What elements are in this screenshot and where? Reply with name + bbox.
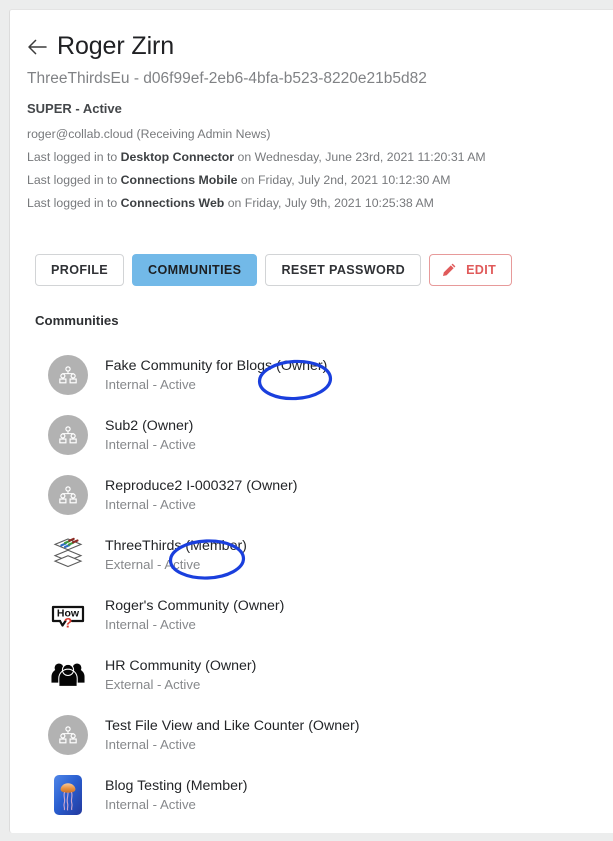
default-group-avatar-icon	[48, 714, 88, 755]
default-group-avatar-icon	[48, 414, 88, 455]
community-status: Internal - Active	[105, 496, 196, 512]
default-group-avatar-icon	[48, 474, 88, 515]
list-item[interactable]: How ? Roger's Community (Owner) Internal…	[26, 585, 613, 645]
login-app-name: Connections Mobile	[120, 172, 238, 187]
tab-reset-password[interactable]: RESET PASSWORD	[265, 253, 422, 286]
tab-communities[interactable]: COMMUNITIES	[132, 253, 258, 286]
role-status: SUPER - Active	[27, 100, 122, 116]
last-login-desktop-connector: Last logged in to Desktop Connector on W…	[27, 150, 613, 164]
community-name: Fake Community for Blogs (Owner)	[105, 357, 328, 374]
email-line: roger@collab.cloud (Receiving Admin News…	[27, 126, 271, 141]
community-status: Internal - Active	[105, 376, 196, 392]
community-name: Test File View and Like Counter (Owner)	[105, 717, 360, 734]
login-suffix: on Friday, July 2nd, 2021 10:12:30 AM	[237, 172, 451, 187]
list-item[interactable]: Test File View and Like Counter (Owner) …	[26, 705, 613, 765]
login-prefix: Last logged in to	[27, 149, 121, 164]
tenant-id-subtitle: ThreeThirdsEu - d06f99ef-2eb6-4bfa-b523-…	[27, 69, 427, 87]
how-question-bubble-icon: How ?	[48, 595, 88, 635]
edit-button-label: EDIT	[466, 262, 497, 277]
default-group-avatar-icon	[48, 354, 88, 395]
list-item[interactable]: ThreeThirds (Member) External - Active	[26, 525, 613, 585]
community-status: External - Active	[105, 676, 201, 692]
login-suffix: on Friday, July 9th, 2021 10:25:38 AM	[224, 195, 434, 210]
last-login-connections-web: Last logged in to Connections Web on Fri…	[27, 196, 613, 210]
login-prefix: Last logged in to	[27, 172, 121, 187]
login-prefix: Last logged in to	[27, 195, 121, 210]
community-status: Internal - Active	[105, 796, 196, 812]
list-item[interactable]: Sub2 (Owner) Internal - Active	[26, 405, 613, 465]
community-name: Reproduce2 I-000327 (Owner)	[105, 477, 298, 494]
list-item[interactable]: Blog Testing (Member) Internal - Active	[26, 765, 613, 825]
list-item[interactable]: HR Community (Owner) External - Active	[26, 645, 613, 705]
login-app-name: Desktop Connector	[120, 149, 235, 164]
list-item[interactable]: Reproduce2 I-000327 (Owner) Internal - A…	[26, 465, 613, 525]
pencil-icon	[443, 263, 456, 276]
last-login-connections-mobile: Last logged in to Connections Mobile on …	[27, 173, 613, 187]
page-title: Roger Zirn	[57, 32, 175, 60]
community-status: Internal - Active	[105, 436, 196, 452]
list-item[interactable]: Fake Community for Blogs (Owner) Interna…	[26, 345, 613, 405]
people-group-icon	[48, 655, 88, 695]
page-header: Roger Zirn	[26, 32, 613, 61]
back-arrow-icon[interactable]	[26, 36, 48, 58]
community-name: Blog Testing (Member)	[105, 777, 248, 794]
community-status: External - Active	[105, 556, 201, 572]
communities-list: Fake Community for Blogs (Owner) Interna…	[26, 345, 613, 825]
edit-button[interactable]: EDIT	[429, 253, 513, 286]
login-suffix: on Wednesday, June 23rd, 2021 11:20:31 A…	[234, 149, 486, 164]
community-name: ThreeThirds (Member)	[105, 537, 247, 554]
community-status: Internal - Active	[105, 616, 196, 632]
communities-section-title: Communities	[35, 312, 119, 328]
stacked-layers-icon	[48, 535, 88, 575]
user-detail-card: Roger Zirn ThreeThirdsEu - d06f99ef-2eb6…	[9, 9, 613, 833]
community-name: HR Community (Owner)	[105, 657, 257, 674]
community-name: Roger's Community (Owner)	[105, 597, 285, 614]
tab-button-row: PROFILE COMMUNITIES RESET PASSWORD EDIT	[35, 253, 613, 286]
jellyfish-icon	[48, 774, 88, 815]
svg-text:?: ?	[64, 614, 73, 630]
community-status: Internal - Active	[105, 736, 196, 752]
login-app-name: Connections Web	[120, 195, 225, 210]
tab-profile[interactable]: PROFILE	[35, 253, 125, 286]
app-root: Roger Zirn ThreeThirdsEu - d06f99ef-2eb6…	[0, 0, 613, 841]
community-name: Sub2 (Owner)	[105, 417, 194, 434]
